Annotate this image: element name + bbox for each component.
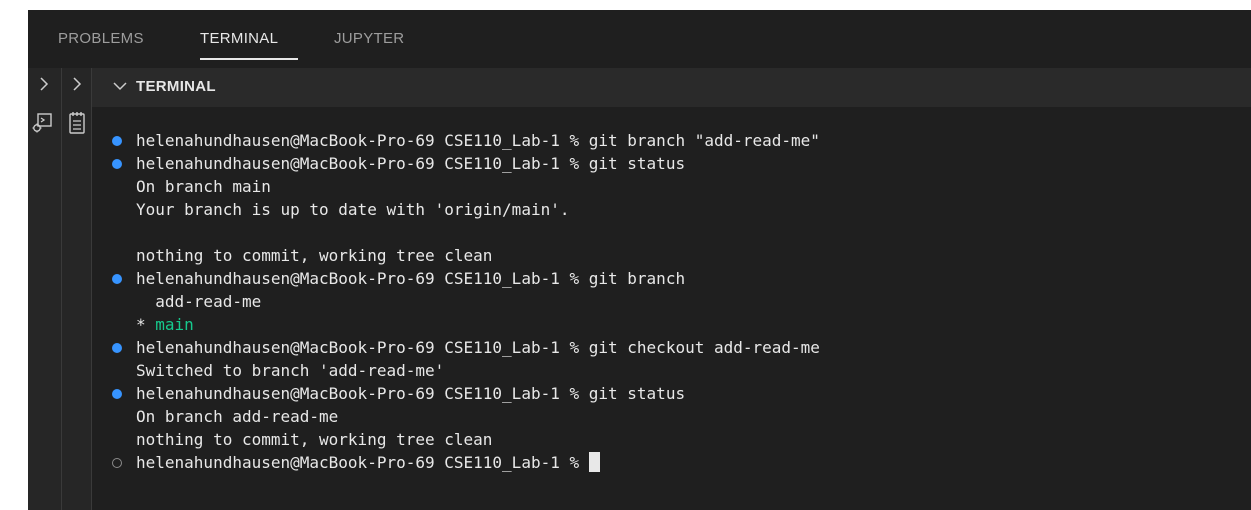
command-success-dot[interactable] xyxy=(112,389,122,399)
terminal-line: On branch add-read-me xyxy=(136,407,339,426)
terminal-line: helenahundhausen@MacBook-Pro-69 CSE110_L… xyxy=(136,131,820,150)
chevron-down-icon[interactable] xyxy=(112,78,128,99)
terminal-line: helenahundhausen@MacBook-Pro-69 CSE110_L… xyxy=(136,269,686,288)
branch-marker: * xyxy=(136,315,156,334)
terminal-line: On branch main xyxy=(136,177,271,196)
notebook-icon[interactable] xyxy=(67,111,87,140)
terminal-split-icon[interactable] xyxy=(31,112,53,139)
terminal-line: add-read-me xyxy=(136,292,262,311)
tab-terminal[interactable]: TERMINAL xyxy=(200,30,278,47)
tab-jupyter[interactable]: JUPYTER xyxy=(334,30,404,47)
command-success-dot[interactable] xyxy=(112,159,122,169)
terminal-line: helenahundhausen@MacBook-Pro-69 CSE110_L… xyxy=(136,154,686,173)
terminal-line: nothing to commit, working tree clean xyxy=(136,246,493,265)
terminal-line: * main xyxy=(136,314,194,336)
current-branch: main xyxy=(155,315,194,334)
chevron-right-icon[interactable] xyxy=(38,76,50,97)
chevron-right-icon[interactable] xyxy=(71,76,83,97)
tab-problems[interactable]: PROBLEMS xyxy=(58,30,144,47)
command-pending-dot[interactable] xyxy=(112,458,122,468)
terminal-line: Your branch is up to date with 'origin/m… xyxy=(136,200,570,219)
command-success-dot[interactable] xyxy=(112,136,122,146)
terminal-prompt-line[interactable]: helenahundhausen@MacBook-Pro-69 CSE110_L… xyxy=(136,452,600,474)
panel-window: PROBLEMS TERMINAL JUPYTER TERMINAL helen… xyxy=(28,10,1251,510)
terminal-line: Switched to branch 'add-read-me' xyxy=(136,361,445,380)
active-tab-indicator xyxy=(200,58,298,60)
command-success-dot[interactable] xyxy=(112,343,122,353)
terminal-section-header[interactable] xyxy=(92,68,1251,107)
terminal-line: helenahundhausen@MacBook-Pro-69 CSE110_L… xyxy=(136,338,820,357)
terminal-line: helenahundhausen@MacBook-Pro-69 CSE110_L… xyxy=(136,384,686,403)
terminal-section-title: TERMINAL xyxy=(136,78,216,95)
terminal-line: nothing to commit, working tree clean xyxy=(136,430,493,449)
terminal-cursor xyxy=(588,452,600,472)
command-success-dot[interactable] xyxy=(112,274,122,284)
